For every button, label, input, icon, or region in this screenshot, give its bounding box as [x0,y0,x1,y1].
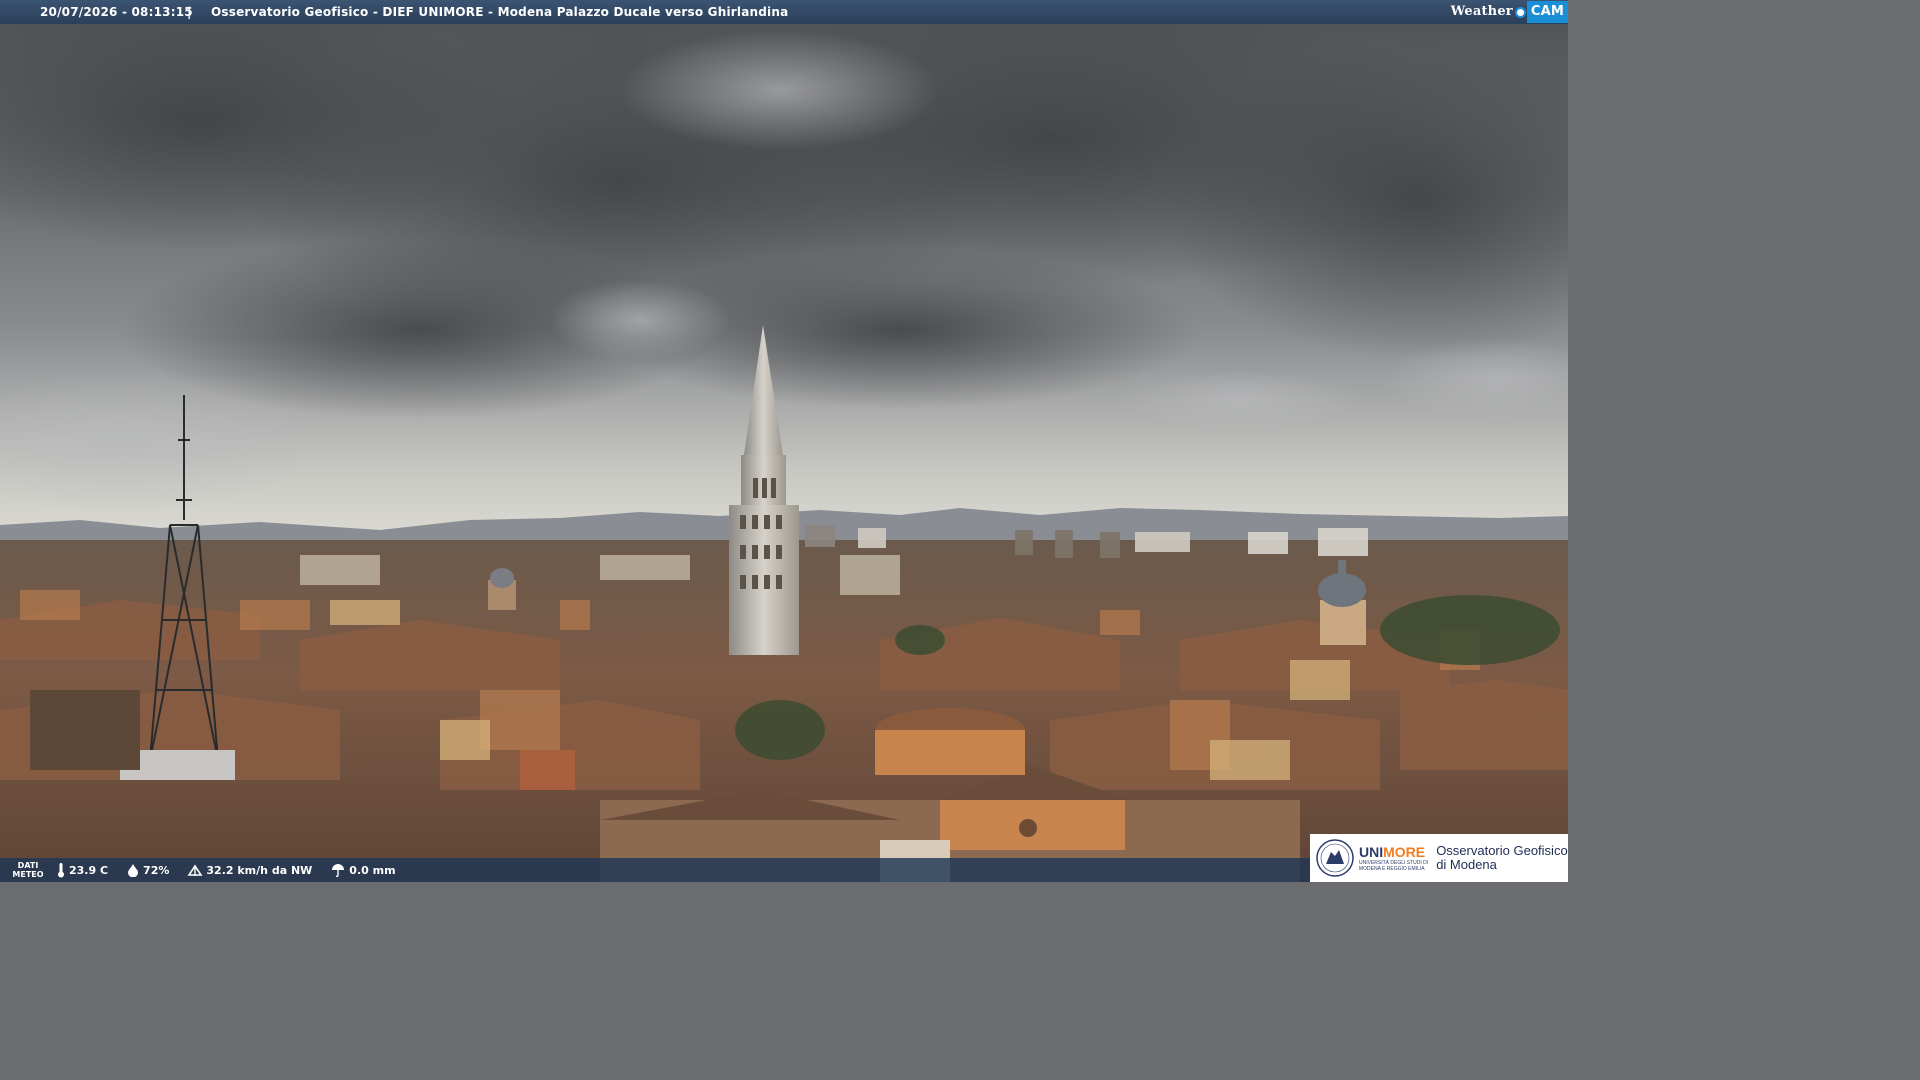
unimore-seal-icon [1316,839,1354,877]
wind-value: 32.2 km/h da NW [206,863,313,877]
weathercam-logo: Weather CAM [1451,1,1568,23]
webcam-image [0,0,1568,882]
wind-readout: 32.2 km/h da NW [187,863,312,877]
unimore-name: UNIMORE [1359,843,1428,860]
humidity-value: 72% [143,863,170,877]
dati-label-line: DATI [17,861,39,870]
humidity-drop-icon [128,864,139,877]
caption-separator: | [187,5,192,19]
city-panorama [0,0,1568,882]
observatory-name: Osservatorio Geofisico di Modena [1436,844,1568,872]
observatory-name-line1: Osservatorio Geofisico [1436,843,1568,858]
rain-value: 0.0 mm [349,863,396,877]
temperature-value: 23.9 C [69,863,109,877]
camera-location: Osservatorio Geofisico - DIEF UNIMORE - … [211,5,789,19]
dati-meteo-label: DATI METEO [0,861,56,879]
observatory-name-line2: di Modena [1436,857,1497,872]
timestamp: 20/07/2026 - 08:13:15 [40,5,193,19]
weathercam-logo-cam: CAM [1526,1,1568,23]
humidity-readout: 72% [126,863,169,877]
rain-readout: 0.0 mm [330,863,396,877]
unimore-wordmark: UNIMORE UNIVERSITÀ DEGLI STUDI DI MODENA… [1359,843,1428,872]
observatory-logo: UNIMORE UNIVERSITÀ DEGLI STUDI DI MODENA… [1310,834,1568,882]
rain-icon [332,864,345,877]
weathercam-dot-icon [1514,6,1526,18]
thermometer-icon [58,863,64,878]
temperature-readout: 23.9 C [56,862,108,878]
dome-church-left [488,568,516,610]
unimore-subtitle-2: MODENA E REGGIO EMILIA [1359,865,1425,872]
weather-data-bar: DATI METEO 23.9 C 72% 32.2 km/h da NW 0.… [0,858,1310,882]
wind-icon [187,864,203,876]
meteo-label-line: METEO [12,870,44,879]
unimore-name-uni: UNI [1359,843,1384,860]
weathercam-logo-weather: Weather [1450,4,1513,19]
unimore-name-more: MORE [1383,843,1426,860]
caption-bar: 20/07/2026 - 08:13:15 | Osservatorio Geo… [0,0,1568,24]
